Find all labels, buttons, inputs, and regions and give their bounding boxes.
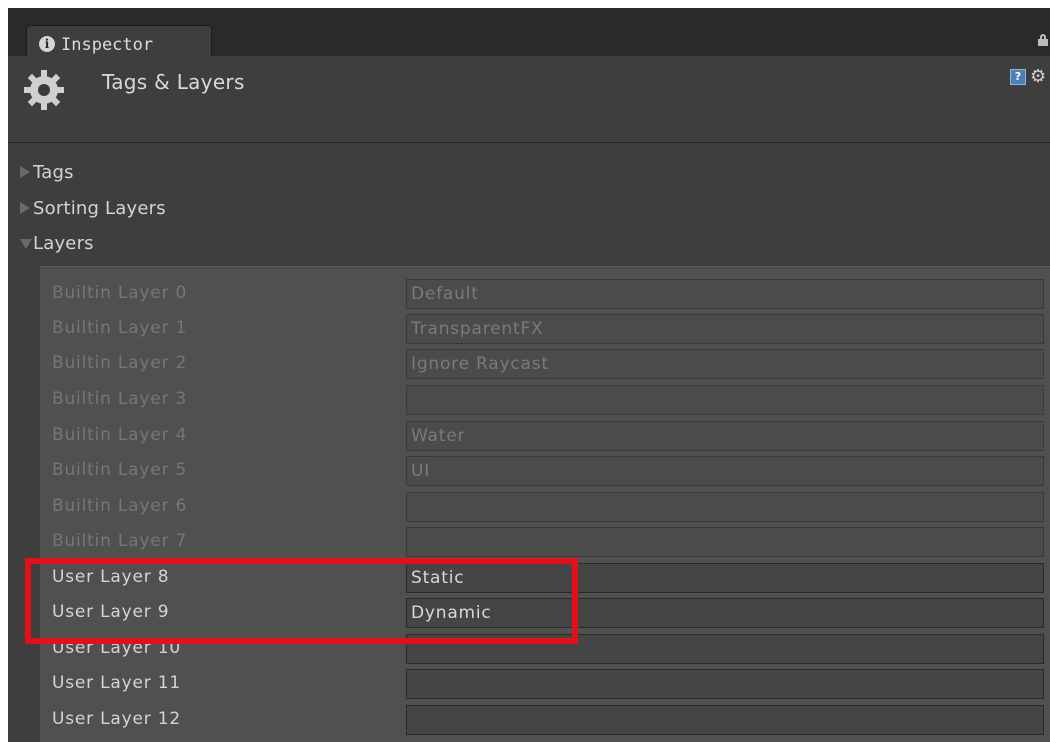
layer-name-field: Water [406,421,1044,451]
layer-label: Builtin Layer 3 [52,389,188,409]
layer-row: User Layer 8 Static [40,561,1050,597]
section-label: Sorting Layers [33,198,166,219]
layer-label: User Layer 12 [52,709,181,729]
layer-label: User Layer 8 [52,567,170,587]
layer-name-field [406,385,1044,415]
layers-list: Builtin Layer 0 Default Builtin Layer 1 … [40,266,1050,742]
layer-row: Builtin Layer 0 Default [40,277,1050,313]
layer-row: Builtin Layer 5 UI [40,454,1050,490]
layer-name-field[interactable]: Static [406,563,1044,593]
section-sorting-layers[interactable]: Sorting Layers [8,193,1050,223]
layer-value: Water [411,426,466,446]
layer-row: Builtin Layer 2 Ignore Raycast [40,347,1050,383]
lock-icon[interactable] [1038,34,1048,46]
layer-value: Dynamic [411,603,492,623]
unity-editor-window: i Inspector Tags & Layers ? ⚙ Tags Sorti… [0,0,1050,742]
settings-gear-icon[interactable]: ⚙ [1030,67,1050,87]
layer-row: Builtin Layer 6 [40,490,1050,526]
layer-name-field [406,527,1044,557]
left-margin [0,0,8,742]
help-icon[interactable]: ? [1010,69,1026,85]
layer-name-field[interactable]: Dynamic [406,598,1044,628]
layer-row: User Layer 12 [40,703,1050,739]
section-tags[interactable]: Tags [8,157,1050,187]
layer-label: Builtin Layer 0 [52,283,188,303]
expand-arrow-icon[interactable] [20,202,30,214]
section-layers[interactable]: Layers [8,228,1050,258]
section-label: Tags [33,162,74,183]
gear-icon [24,70,64,110]
info-icon: i [39,36,55,52]
layer-label: Builtin Layer 6 [52,496,188,516]
layer-value: Default [411,284,479,304]
layer-row: Builtin Layer 4 Water [40,419,1050,455]
section-label: Layers [33,233,94,254]
inspector-header: Tags & Layers ? ⚙ [8,56,1050,143]
layer-label: User Layer 10 [52,638,181,658]
layer-row: Builtin Layer 1 TransparentFX [40,312,1050,348]
layer-row: User Layer 10 [40,632,1050,668]
layer-row: User Layer 9 Dynamic [40,596,1050,632]
layer-name-field: TransparentFX [406,314,1044,344]
layer-value: UI [411,461,431,481]
layer-name-field[interactable] [406,669,1044,699]
layer-label: Builtin Layer 2 [52,353,188,373]
expand-arrow-icon[interactable] [20,166,30,178]
layer-label: User Layer 9 [52,602,170,622]
tab-label: Inspector [61,35,154,55]
layer-label: Builtin Layer 4 [52,425,188,445]
collapse-arrow-icon[interactable] [20,239,32,249]
layer-row: User Layer 11 [40,667,1050,703]
page-title: Tags & Layers [102,70,245,94]
layer-name-field: UI [406,456,1044,486]
layer-name-field [406,492,1044,522]
layer-name-field[interactable] [406,705,1044,735]
layer-value: Static [411,568,465,588]
layer-row: Builtin Layer 7 [40,525,1050,561]
tab-bar: i Inspector [8,8,1050,64]
layer-name-field: Ignore Raycast [406,349,1044,379]
layer-label: Builtin Layer 7 [52,531,188,551]
layer-value: Ignore Raycast [411,354,549,374]
inspector-panel: Tags & Layers ? ⚙ Tags Sorting Layers La… [8,56,1050,742]
top-margin [0,0,1050,8]
layer-label: User Layer 11 [52,673,181,693]
layer-value: TransparentFX [411,319,544,339]
layer-name-field: Default [406,279,1044,309]
layer-row: Builtin Layer 3 [40,383,1050,419]
layer-name-field[interactable] [406,634,1044,664]
layer-label: Builtin Layer 5 [52,460,188,480]
layer-label: Builtin Layer 1 [52,318,188,338]
